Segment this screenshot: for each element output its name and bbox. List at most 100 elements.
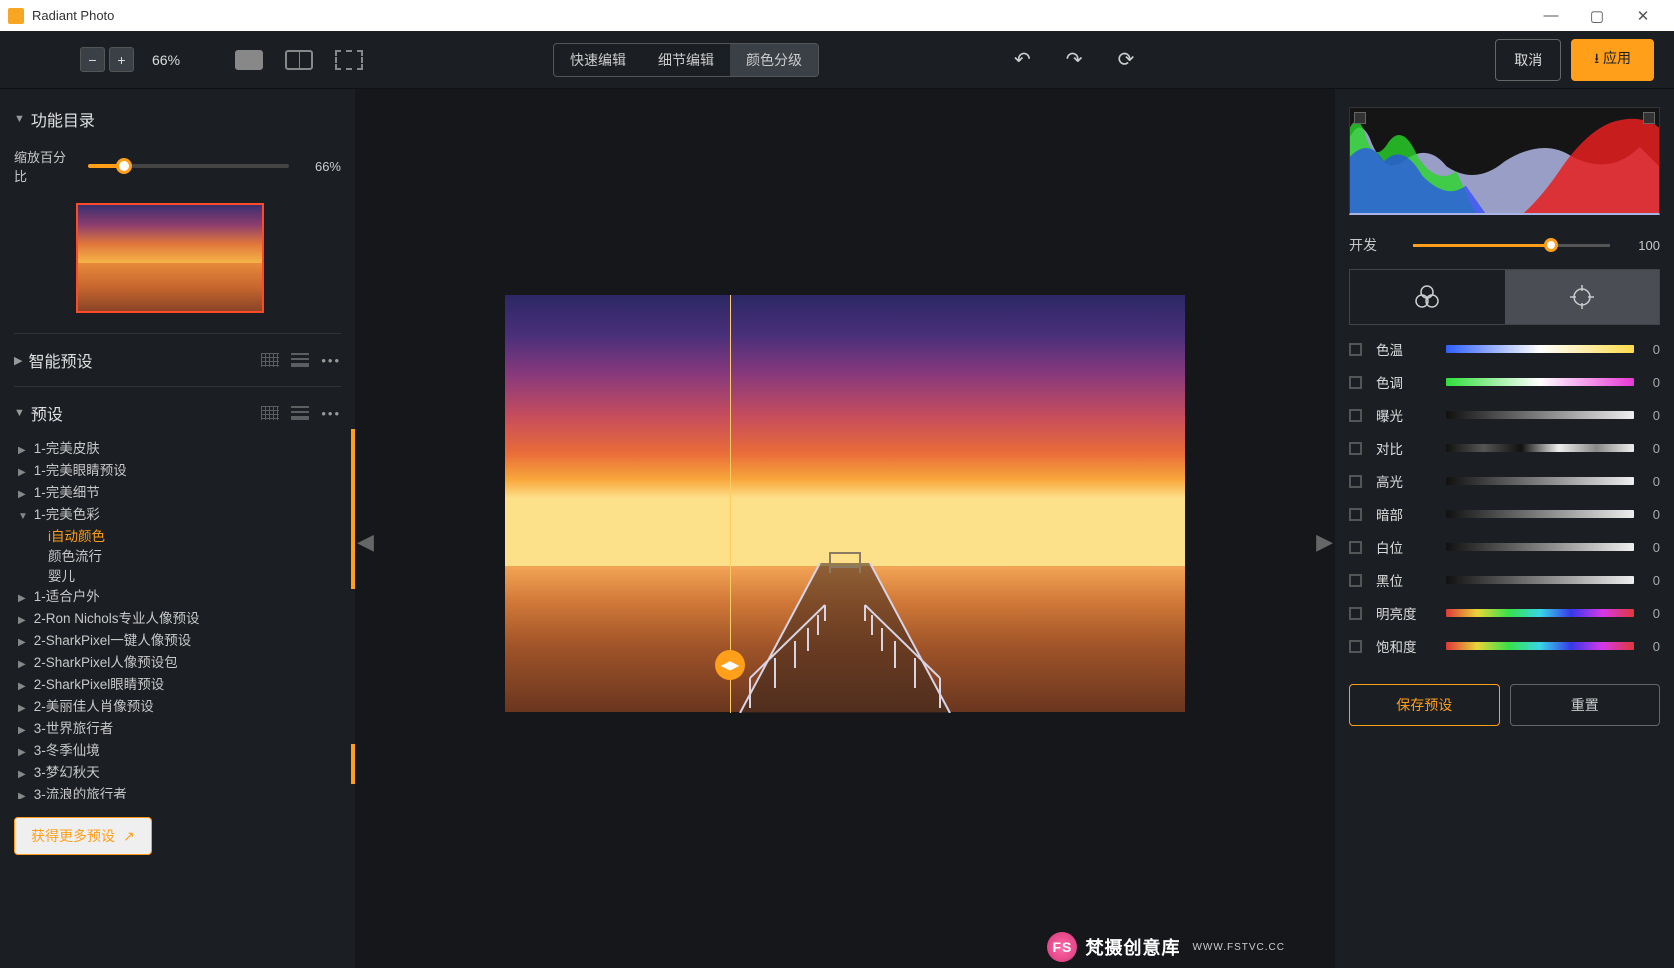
- thumbnail-preview[interactable]: [76, 203, 264, 313]
- main-toolbar: − + 66% 快速编辑 细节编辑 颜色分级 ↶ ↷ ⟳ 取消 ⭳ 应用: [0, 31, 1674, 89]
- adjustment-value: 0: [1648, 507, 1660, 522]
- adjustment-slider[interactable]: [1446, 576, 1634, 584]
- tree-child-item[interactable]: 婴儿: [14, 567, 341, 587]
- zoom-in-button[interactable]: +: [109, 47, 134, 72]
- tree-item[interactable]: ▶ 3-流浪的旅行者: [14, 785, 341, 799]
- tree-item[interactable]: ▶ 2-SharkPixel眼睛预设: [14, 675, 341, 697]
- zoom-slider-label: 缩放百分比: [14, 147, 76, 185]
- tree-item[interactable]: ▶ 3-世界旅行者: [14, 719, 341, 741]
- adjustment-checkbox[interactable]: [1349, 640, 1362, 653]
- prev-image-icon[interactable]: ◀: [357, 529, 374, 555]
- adjustment-slider[interactable]: [1446, 642, 1634, 650]
- color-wheel-tab[interactable]: [1350, 270, 1505, 324]
- adjustment-checkbox[interactable]: [1349, 442, 1362, 455]
- apply-button[interactable]: ⭳ 应用: [1571, 39, 1654, 81]
- grid-view-icon[interactable]: [261, 406, 279, 420]
- adjustment-slider[interactable]: [1446, 543, 1634, 551]
- histogram-clip-right[interactable]: [1643, 112, 1655, 124]
- next-image-icon[interactable]: ▶: [1316, 529, 1333, 555]
- adjustment-slider[interactable]: [1446, 477, 1634, 485]
- adjustment-checkbox[interactable]: [1349, 475, 1362, 488]
- presets-title: 预设: [31, 401, 261, 425]
- histogram-clip-left[interactable]: [1354, 112, 1366, 124]
- adjustment-label: 曝光: [1376, 405, 1446, 425]
- tree-item[interactable]: ▶ 1-完美皮肤: [14, 439, 341, 461]
- collapse-icon[interactable]: ▼: [14, 407, 25, 419]
- canvas-area: ◀: [355, 89, 1335, 968]
- adjustment-value: 0: [1648, 573, 1660, 588]
- tab-quick-edit[interactable]: 快速编辑: [554, 44, 642, 76]
- develop-slider[interactable]: [1413, 244, 1610, 247]
- adjustment-slider[interactable]: [1446, 345, 1634, 353]
- tree-child-item[interactable]: 颜色流行: [14, 547, 341, 567]
- tree-item[interactable]: ▶ 1-完美眼睛预设: [14, 461, 341, 483]
- minimize-button[interactable]: —: [1528, 7, 1574, 24]
- adjustment-checkbox[interactable]: [1349, 376, 1362, 389]
- adjustments-list: 色温0色调0曝光0对比0高光0暗部0白位0黑位0明亮度0饱和度0: [1349, 339, 1660, 656]
- develop-label: 开发: [1349, 235, 1413, 255]
- tree-item[interactable]: ▶ 2-美丽佳人肖像预设: [14, 697, 341, 719]
- zoom-slider[interactable]: [88, 164, 289, 168]
- preset-tree: ▶ 1-完美皮肤▶ 1-完美眼睛预设▶ 1-完美细节▼ 1-完美色彩i自动颜色颜…: [14, 439, 341, 799]
- more-icon[interactable]: •••: [321, 353, 341, 368]
- collapse-icon[interactable]: ▶: [14, 354, 22, 367]
- grid-view-icon[interactable]: [261, 353, 279, 367]
- left-panel: ▼ 功能目录 缩放百分比 66% ▶ 智能预设 ••• ▼ 预设: [0, 89, 355, 968]
- view-crop-icon[interactable]: [335, 50, 363, 70]
- tree-item[interactable]: ▼ 1-完美色彩: [14, 505, 341, 527]
- undo-icon[interactable]: ↶: [1014, 47, 1031, 72]
- zoom-level: 66%: [152, 52, 180, 68]
- tree-item[interactable]: ▶ 2-SharkPixel人像预设包: [14, 653, 341, 675]
- target-adjust-tab[interactable]: [1505, 270, 1660, 324]
- adjustment-label: 明亮度: [1376, 603, 1446, 623]
- adjustment-label: 色调: [1376, 372, 1446, 392]
- adjustment-slider[interactable]: [1446, 609, 1634, 617]
- adjustment-slider[interactable]: [1446, 444, 1634, 452]
- collapse-icon[interactable]: ▼: [14, 113, 25, 125]
- image-canvas[interactable]: ◀▶: [505, 295, 1185, 713]
- adjustment-value: 0: [1648, 639, 1660, 654]
- window-title: Radiant Photo: [32, 8, 1528, 23]
- tree-item[interactable]: ▶ 2-Ron Nichols专业人像预设: [14, 609, 341, 631]
- adjustment-checkbox[interactable]: [1349, 541, 1362, 554]
- tree-item[interactable]: ▶ 3-梦幻秋天: [14, 763, 341, 785]
- adjustment-checkbox[interactable]: [1349, 574, 1362, 587]
- adjustment-slider[interactable]: [1446, 378, 1634, 386]
- develop-value: 100: [1620, 238, 1660, 253]
- tree-item[interactable]: ▶ 3-冬季仙境: [14, 741, 341, 763]
- adjustment-row: 暗部0: [1349, 504, 1660, 524]
- list-view-icon[interactable]: [291, 353, 309, 367]
- adjustment-slider[interactable]: [1446, 510, 1634, 518]
- window-title-bar: Radiant Photo — ▢ ✕: [0, 0, 1674, 31]
- view-split-icon[interactable]: [285, 50, 313, 70]
- more-icon[interactable]: •••: [321, 406, 341, 421]
- tree-child-item[interactable]: i自动颜色: [14, 527, 341, 547]
- view-single-icon[interactable]: [235, 50, 263, 70]
- reset-icon[interactable]: ⟳: [1118, 47, 1135, 72]
- adjustment-label: 白位: [1376, 537, 1446, 557]
- tree-item[interactable]: ▶ 2-SharkPixel一键人像预设: [14, 631, 341, 653]
- maximize-button[interactable]: ▢: [1574, 7, 1620, 25]
- tab-detail-edit[interactable]: 细节编辑: [642, 44, 730, 76]
- tree-item[interactable]: ▶ 1-完美细节: [14, 483, 341, 505]
- adjustment-label: 色温: [1376, 339, 1446, 359]
- adjustment-slider[interactable]: [1446, 411, 1634, 419]
- zoom-out-button[interactable]: −: [80, 47, 105, 72]
- adjustment-row: 色调 0: [1349, 372, 1660, 392]
- tab-color-grade[interactable]: 颜色分级: [730, 44, 818, 76]
- compare-handle-icon[interactable]: ◀▶: [715, 650, 745, 680]
- cancel-button[interactable]: 取消: [1495, 39, 1561, 81]
- edit-mode-tabs: 快速编辑 细节编辑 颜色分级: [553, 43, 819, 77]
- reset-button[interactable]: 重置: [1510, 684, 1661, 726]
- adjustment-checkbox[interactable]: [1349, 607, 1362, 620]
- save-preset-button[interactable]: 保存预设: [1349, 684, 1500, 726]
- adjustment-value: 0: [1648, 375, 1660, 390]
- redo-icon[interactable]: ↷: [1066, 47, 1083, 72]
- adjustment-checkbox[interactable]: [1349, 343, 1362, 356]
- close-button[interactable]: ✕: [1620, 7, 1666, 25]
- adjustment-checkbox[interactable]: [1349, 409, 1362, 422]
- adjustment-checkbox[interactable]: [1349, 508, 1362, 521]
- list-view-icon[interactable]: [291, 406, 309, 420]
- tree-item[interactable]: ▶ 1-适合户外: [14, 587, 341, 609]
- get-more-presets-button[interactable]: 获得更多预设 ↗: [14, 817, 152, 855]
